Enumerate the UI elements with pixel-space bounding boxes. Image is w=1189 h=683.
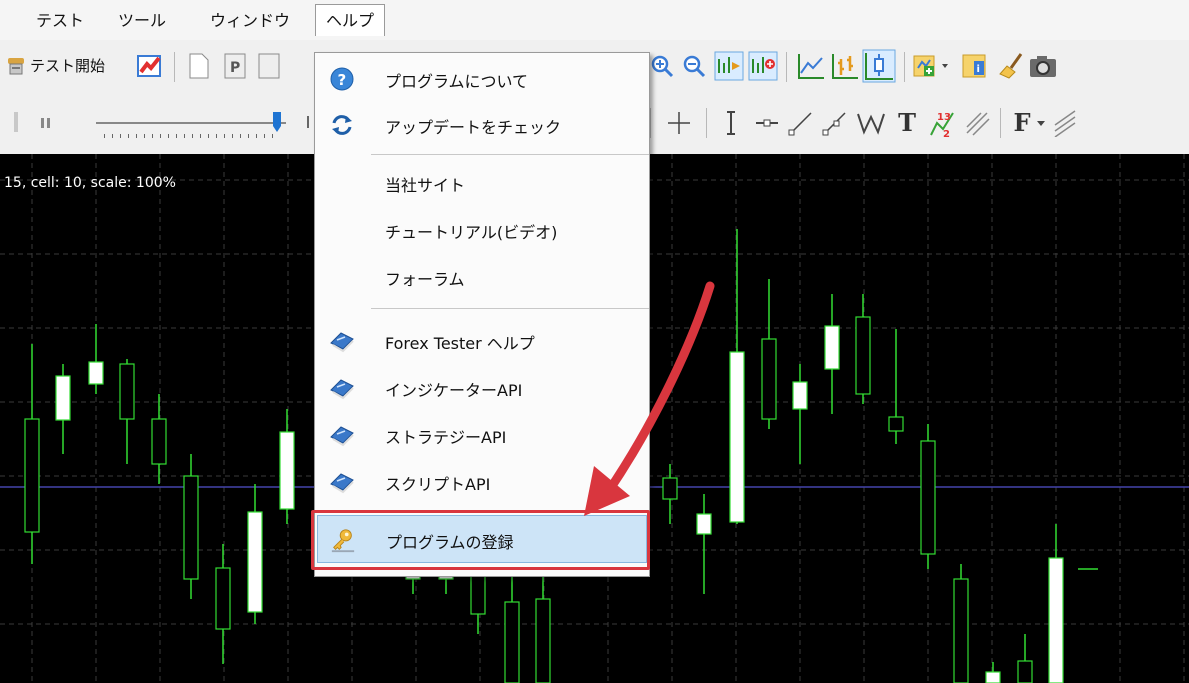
update-icon xyxy=(329,112,355,138)
candle-body xyxy=(24,418,40,533)
toolbar-separator xyxy=(706,108,707,138)
book-icon xyxy=(329,422,355,448)
svg-text:2: 2 xyxy=(943,129,950,139)
zoom-in-icon[interactable] xyxy=(648,52,676,80)
chart-shift-icon[interactable] xyxy=(714,51,744,81)
speed-slider-track[interactable] xyxy=(96,122,286,124)
candle-body xyxy=(247,511,263,613)
book-icon xyxy=(329,328,355,354)
horizontal-line-icon[interactable] xyxy=(752,108,782,138)
zoom-out-icon[interactable] xyxy=(680,52,708,80)
trend-line-icon[interactable] xyxy=(786,108,816,138)
menu-item-label: フォーラム xyxy=(385,270,465,289)
toolbar-grip xyxy=(14,112,18,132)
elliott-wave-icon[interactable]: 13 2 xyxy=(926,106,958,140)
menu-item-label: アップデートをチェック xyxy=(385,118,562,137)
menu-item-check-updates[interactable]: アップデートをチェック xyxy=(317,101,647,147)
new-document-icon[interactable] xyxy=(186,52,212,80)
book-icon xyxy=(329,469,355,495)
svg-text:i: i xyxy=(977,64,980,75)
data-info-icon[interactable]: i xyxy=(960,52,990,80)
svg-text:P: P xyxy=(230,60,240,76)
toolbar-separator xyxy=(786,52,787,82)
candle-body xyxy=(729,351,745,523)
menu-item-tutorial-video[interactable]: チュートリアル(ビデオ) xyxy=(317,206,647,252)
bar-chart-icon[interactable] xyxy=(830,51,860,81)
chart-info-label: 15, cell: 10, scale: 100% xyxy=(4,175,176,191)
candle-body xyxy=(824,325,840,370)
candle-body xyxy=(920,440,936,555)
menu-divider xyxy=(371,154,649,155)
tester-icon xyxy=(4,54,28,78)
candle-body xyxy=(119,363,135,420)
svg-text:13: 13 xyxy=(937,112,951,123)
toolbar-separator xyxy=(174,52,175,82)
fibonacci-button[interactable]: F xyxy=(1010,108,1034,138)
candle-body xyxy=(985,671,1001,683)
menu-item-label: インジケーターAPI xyxy=(385,381,523,400)
candle-body xyxy=(792,381,808,410)
chart-red-icon[interactable] xyxy=(136,53,164,79)
candle-body xyxy=(1017,660,1033,683)
wave-icon[interactable] xyxy=(854,108,888,138)
menu-window[interactable]: ウィンドウ xyxy=(204,9,296,33)
candle-body xyxy=(279,431,295,510)
annotation-arrow xyxy=(584,281,715,516)
candle-body xyxy=(888,416,904,432)
menu-item-label: スクリプトAPI xyxy=(385,475,491,494)
menu-help[interactable]: ヘルプ xyxy=(315,4,386,36)
menu-bar: テスト ツール ウィンドウ ヘルプ xyxy=(0,0,1189,40)
toolbar-separator xyxy=(650,108,651,138)
step-icon[interactable] xyxy=(302,114,314,130)
profile-p-icon[interactable]: P xyxy=(222,52,248,80)
book-icon xyxy=(329,375,355,401)
menu-item-label: ストラテジーAPI xyxy=(385,428,507,447)
help-icon: ? xyxy=(329,66,355,92)
speed-slider-ticks xyxy=(104,134,274,138)
candle-body xyxy=(55,375,71,421)
candle-body xyxy=(535,598,551,683)
svg-text:?: ? xyxy=(338,71,347,89)
ray-icon[interactable] xyxy=(820,108,850,138)
indicators-icon[interactable] xyxy=(912,52,952,80)
menu-item-label: 当社サイト xyxy=(385,176,466,195)
auto-scroll-icon[interactable] xyxy=(748,51,778,81)
candlestick-icon[interactable] xyxy=(862,49,896,83)
line-chart-icon[interactable] xyxy=(796,51,826,81)
candle-body xyxy=(215,567,231,630)
toolbar-separator xyxy=(1000,108,1001,138)
candle-body xyxy=(504,601,520,683)
candle-body xyxy=(953,578,969,683)
candle-body xyxy=(1048,557,1064,683)
candle-body xyxy=(855,316,871,395)
pause-icon[interactable] xyxy=(38,116,58,130)
candle-body xyxy=(761,338,777,420)
start-test-button[interactable]: テスト開始 xyxy=(30,55,105,76)
menu-item-about[interactable]: ? プログラムについて xyxy=(317,55,647,101)
menu-item-company-site[interactable]: 当社サイト xyxy=(317,159,647,205)
document-icon[interactable] xyxy=(256,52,282,80)
fibo-lines-icon[interactable] xyxy=(1050,108,1080,138)
candle-body xyxy=(88,361,104,385)
channel-icon[interactable] xyxy=(962,108,992,138)
crosshair-icon[interactable] xyxy=(664,108,694,138)
menu-test[interactable]: テスト xyxy=(30,9,90,33)
camera-icon[interactable] xyxy=(1028,52,1060,80)
candle-body xyxy=(183,475,199,580)
broom-icon[interactable] xyxy=(996,52,1026,80)
speed-slider-thumb[interactable] xyxy=(271,110,283,134)
menu-item-label: チュートリアル(ビデオ) xyxy=(385,223,558,242)
chevron-down-icon[interactable] xyxy=(1034,118,1048,128)
toolbar-separator xyxy=(904,52,905,82)
menu-item-label: プログラムについて xyxy=(385,72,529,91)
text-tool-button[interactable]: T xyxy=(892,108,922,138)
menu-item-label: Forex Tester ヘルプ xyxy=(385,334,535,353)
vertical-line-icon[interactable] xyxy=(718,108,744,138)
candle-body xyxy=(151,418,167,465)
menu-tools[interactable]: ツール xyxy=(112,9,172,33)
